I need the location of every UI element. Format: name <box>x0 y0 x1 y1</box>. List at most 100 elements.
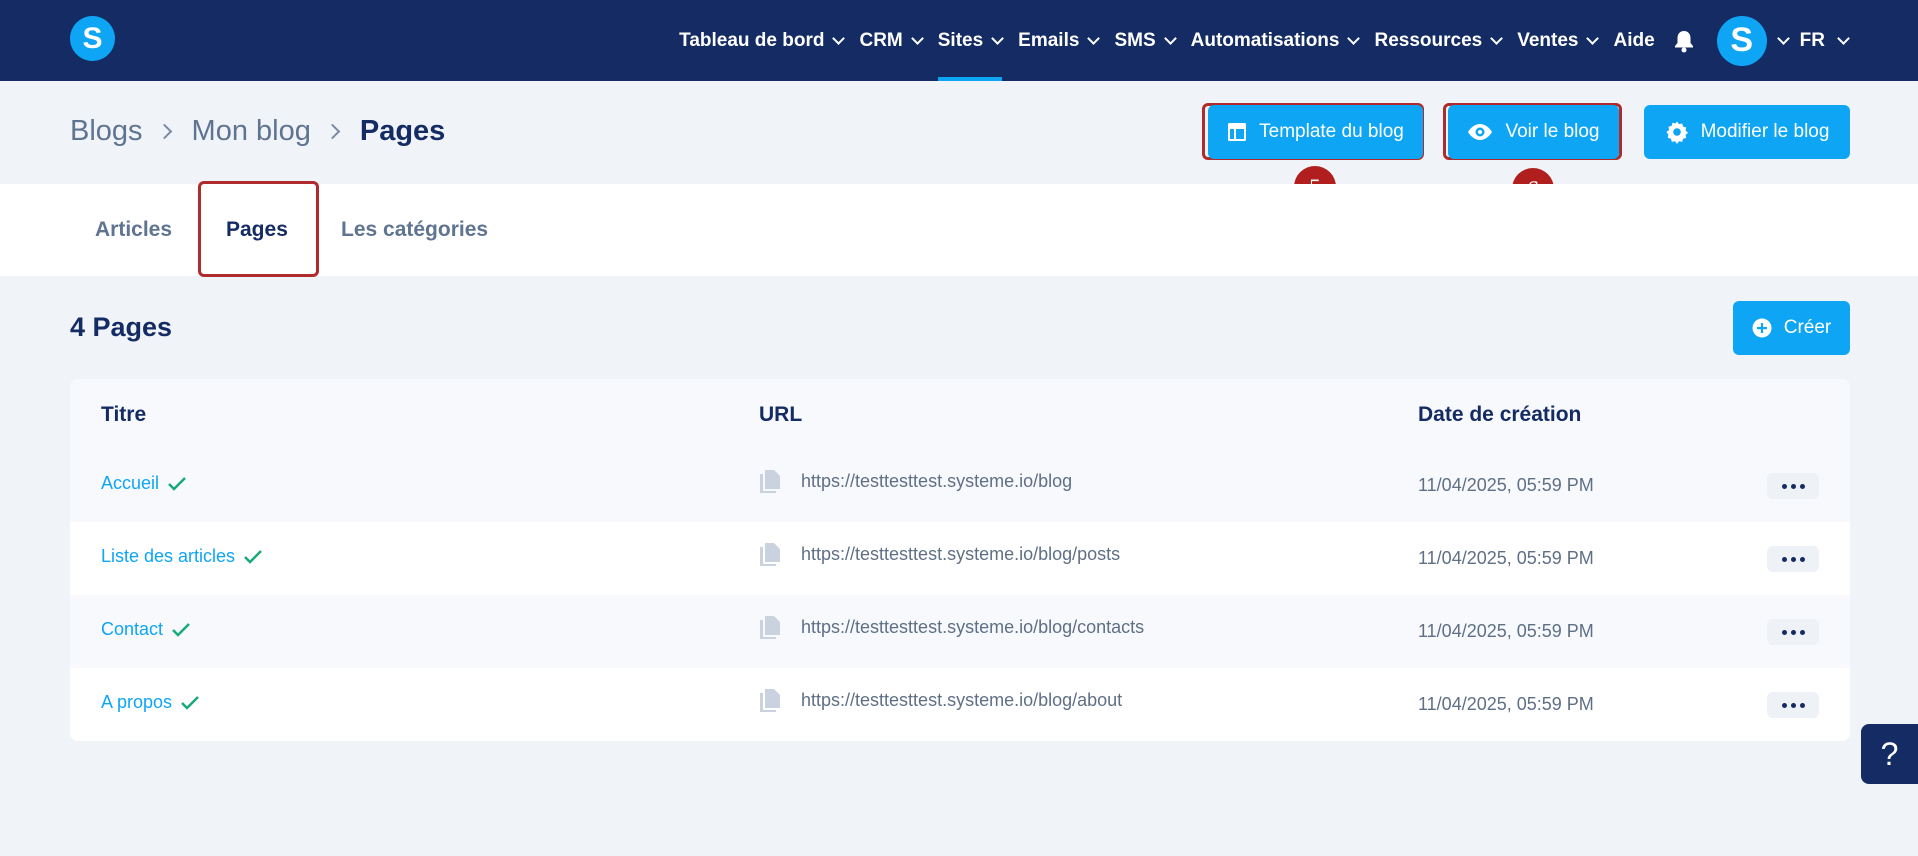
page-title-link[interactable]: Accueil <box>101 473 187 494</box>
systeme-logo[interactable]: S <box>70 16 115 61</box>
language-selector[interactable]: FR <box>1800 30 1850 52</box>
nav-item-automatisations[interactable]: Automatisations <box>1183 0 1367 81</box>
breadcrumb-item-blogs[interactable]: Blogs <box>70 115 143 148</box>
check-icon <box>244 549 262 564</box>
chevron-down-icon <box>1837 31 1850 45</box>
dot <box>1799 702 1805 708</box>
nav-item-emails[interactable]: Emails <box>1010 0 1106 81</box>
tab-label: Les catégories <box>341 218 489 241</box>
copy-icon[interactable] <box>759 542 781 566</box>
annotation-highlight-pages-tab <box>198 181 319 277</box>
nav-item-label: Emails <box>1018 29 1080 51</box>
page-title-link[interactable]: Liste des articles <box>101 546 263 567</box>
copy-icon[interactable] <box>759 688 781 712</box>
chevron-down-icon <box>910 31 924 45</box>
page-url-text: https://testtesttest.systeme.io/blog <box>801 470 1073 491</box>
nav-item-ressources[interactable]: Ressources <box>1366 0 1509 81</box>
page-title-link[interactable]: A propos <box>101 692 200 713</box>
template-blog-label: Template du blog <box>1259 121 1404 142</box>
view-blog-label: Voir le blog <box>1505 121 1600 142</box>
page-title-text: Accueil <box>101 473 160 493</box>
avatar[interactable]: S <box>1716 15 1767 66</box>
dot <box>1781 629 1787 635</box>
page-url: https://testtesttest.systeme.io/blog/con… <box>759 615 1144 639</box>
more-actions-button[interactable] <box>1767 619 1819 645</box>
page-title-text: A propos <box>101 692 173 712</box>
page-url-text: https://testtesttest.systeme.io/blog/con… <box>801 616 1145 637</box>
edit-blog-label: Modifier le blog <box>1700 121 1830 142</box>
dot <box>1790 483 1796 489</box>
page-url: https://testtesttest.systeme.io/blog <box>759 469 1072 493</box>
help-button[interactable]: ? <box>1861 724 1918 784</box>
table-body: Accueil https://testtesttest.systeme.io/… <box>70 449 1850 741</box>
chevron-down-icon <box>1490 31 1504 45</box>
page-url-text: https://testtesttest.systeme.io/blog/abo… <box>801 689 1123 710</box>
nav-item-tableau-de-bord[interactable]: Tableau de bord <box>671 0 851 81</box>
nav-item-label: Automatisations <box>1190 29 1340 51</box>
nav-item-label: Tableau de bord <box>679 29 825 51</box>
chevron-right-icon <box>156 123 172 140</box>
breadcrumb-item-pages: Pages <box>359 115 446 147</box>
table-header: Titre URL Date de création <box>70 379 1850 449</box>
page-title-text: Contact <box>101 619 164 639</box>
bell-icon[interactable] <box>1673 29 1695 53</box>
table-row: A propos https://testtesttest.systeme.io… <box>70 668 1850 741</box>
chevron-down-icon[interactable] <box>1776 31 1790 45</box>
copy-icon[interactable] <box>759 615 781 639</box>
nav-item-label: SMS <box>1114 29 1156 51</box>
tab-categories[interactable]: Les catégories <box>341 184 488 276</box>
dot <box>1799 483 1805 489</box>
view-blog-button[interactable]: Voir le blog <box>1448 105 1619 159</box>
table-row: Liste des articles https://testtesttest.… <box>70 522 1850 595</box>
page-count-title: 4 Pages <box>70 312 173 342</box>
chevron-down-icon <box>1347 31 1361 45</box>
dot <box>1799 556 1805 562</box>
plus-circle-icon <box>1752 318 1772 338</box>
nav-item-sms[interactable]: SMS <box>1106 0 1182 81</box>
page-url: https://testtesttest.systeme.io/blog/pos… <box>759 542 1120 566</box>
nav-item-label: Aide <box>1613 29 1655 51</box>
tab-label: Articles <box>95 218 173 241</box>
dot <box>1790 556 1796 562</box>
dot <box>1781 483 1787 489</box>
dot <box>1781 702 1787 708</box>
dot <box>1790 702 1796 708</box>
layout-icon <box>1228 123 1247 141</box>
page-date: 11/04/2025, 05:59 PM <box>1418 548 1594 568</box>
more-actions-button[interactable] <box>1767 546 1819 572</box>
template-blog-button[interactable]: Template du blog <box>1208 105 1423 159</box>
copy-icon[interactable] <box>759 469 781 493</box>
column-header-title: Titre <box>101 403 147 426</box>
chevron-down-icon <box>832 31 846 45</box>
edit-blog-button[interactable]: Modifier le blog <box>1644 105 1850 159</box>
nav-item-ventes[interactable]: Ventes <box>1509 0 1605 81</box>
chevron-down-icon <box>991 31 1005 45</box>
dot <box>1790 629 1796 635</box>
create-page-button[interactable]: Créer <box>1733 301 1850 355</box>
check-icon <box>172 622 190 637</box>
nav-item-label: Ressources <box>1374 29 1483 51</box>
create-label: Créer <box>1783 317 1832 338</box>
nav-item-crm[interactable]: CRM <box>851 0 929 81</box>
page-date: 11/04/2025, 05:59 PM <box>1418 694 1594 714</box>
gear-icon <box>1666 121 1688 144</box>
page-date: 11/04/2025, 05:59 PM <box>1418 475 1594 495</box>
check-icon <box>168 476 186 491</box>
breadcrumb: Blogs Mon blog Pages <box>70 115 445 148</box>
main-nav: Tableau de bord CRM Sites Emails SMS Aut… <box>671 0 1918 81</box>
eye-icon <box>1468 124 1493 140</box>
pages-table: Titre URL Date de création Accueil https… <box>70 379 1850 741</box>
more-actions-button[interactable] <box>1767 692 1819 718</box>
nav-item-aide[interactable]: Aide <box>1605 0 1662 81</box>
more-actions-button[interactable] <box>1767 473 1819 499</box>
page-date: 11/04/2025, 05:59 PM <box>1418 621 1594 641</box>
breadcrumb-item-mon-blog[interactable]: Mon blog <box>192 115 311 148</box>
chevron-down-icon <box>1586 31 1600 45</box>
page-url: https://testtesttest.systeme.io/blog/abo… <box>759 688 1122 712</box>
nav-item-sites[interactable]: Sites <box>930 0 1010 81</box>
nav-item-label: Ventes <box>1517 29 1579 51</box>
tab-articles[interactable]: Articles <box>95 184 172 276</box>
dot <box>1799 629 1805 635</box>
page-title-link[interactable]: Contact <box>101 619 191 640</box>
top-navbar: S Tableau de bord CRM Sites Emails SMS A… <box>0 0 1918 81</box>
